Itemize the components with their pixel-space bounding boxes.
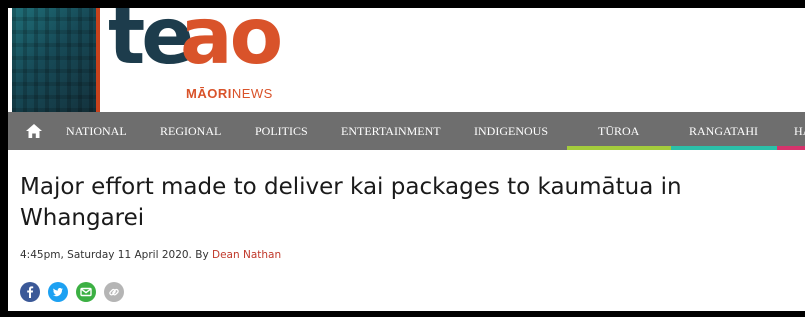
article-title: Major effort made to deliver kai package… bbox=[20, 174, 682, 231]
link-share-button[interactable] bbox=[104, 282, 124, 302]
facebook-share-button[interactable] bbox=[20, 282, 40, 302]
article-timestamp: 4:45pm, Saturday 11 April 2020. By bbox=[20, 249, 212, 261]
nav-item-indigenous[interactable]: INDIGENOUS bbox=[474, 112, 548, 150]
email-share-button[interactable] bbox=[76, 282, 96, 302]
pattern-accent-stripe bbox=[96, 8, 100, 112]
turoa-underline bbox=[567, 146, 671, 150]
nav-item-ha[interactable]: HA bbox=[794, 112, 805, 150]
nav-item-national[interactable]: NATIONAL bbox=[66, 112, 127, 150]
twitter-share-button[interactable] bbox=[48, 282, 68, 302]
nav-item-politics[interactable]: POLITICS bbox=[255, 112, 308, 150]
home-icon[interactable] bbox=[26, 124, 42, 138]
logo-subtitle: MĀORINEWS bbox=[186, 86, 273, 101]
main-nav: NATIONAL REGIONAL POLITICS ENTERTAINMENT… bbox=[8, 112, 805, 150]
rangatahi-underline bbox=[671, 146, 777, 150]
nav-item-entertainment[interactable]: ENTERTAINMENT bbox=[341, 112, 441, 150]
twitter-icon bbox=[53, 288, 63, 297]
site-logo[interactable]: te ao MĀORINEWS bbox=[108, 8, 308, 112]
facebook-icon bbox=[27, 286, 34, 298]
email-icon bbox=[80, 287, 92, 297]
article-byline: 4:45pm, Saturday 11 April 2020. By Dean … bbox=[20, 249, 281, 261]
site-header: te ao MĀORINEWS bbox=[8, 8, 805, 112]
logo-ao: ao bbox=[180, 8, 283, 82]
maori-pattern-banner bbox=[12, 8, 96, 112]
author-link[interactable]: Dean Nathan bbox=[212, 249, 281, 261]
logo-te: te bbox=[108, 8, 194, 82]
ha-underline bbox=[777, 146, 805, 150]
nav-item-regional[interactable]: REGIONAL bbox=[160, 112, 221, 150]
nav-item-rangatahi[interactable]: RANGATAHI bbox=[689, 112, 758, 150]
page-frame: te ao MĀORINEWS NATIONAL REGIONAL POLITI… bbox=[8, 8, 805, 311]
link-icon bbox=[109, 288, 119, 296]
nav-item-turoa[interactable]: TŪROA bbox=[598, 112, 639, 150]
